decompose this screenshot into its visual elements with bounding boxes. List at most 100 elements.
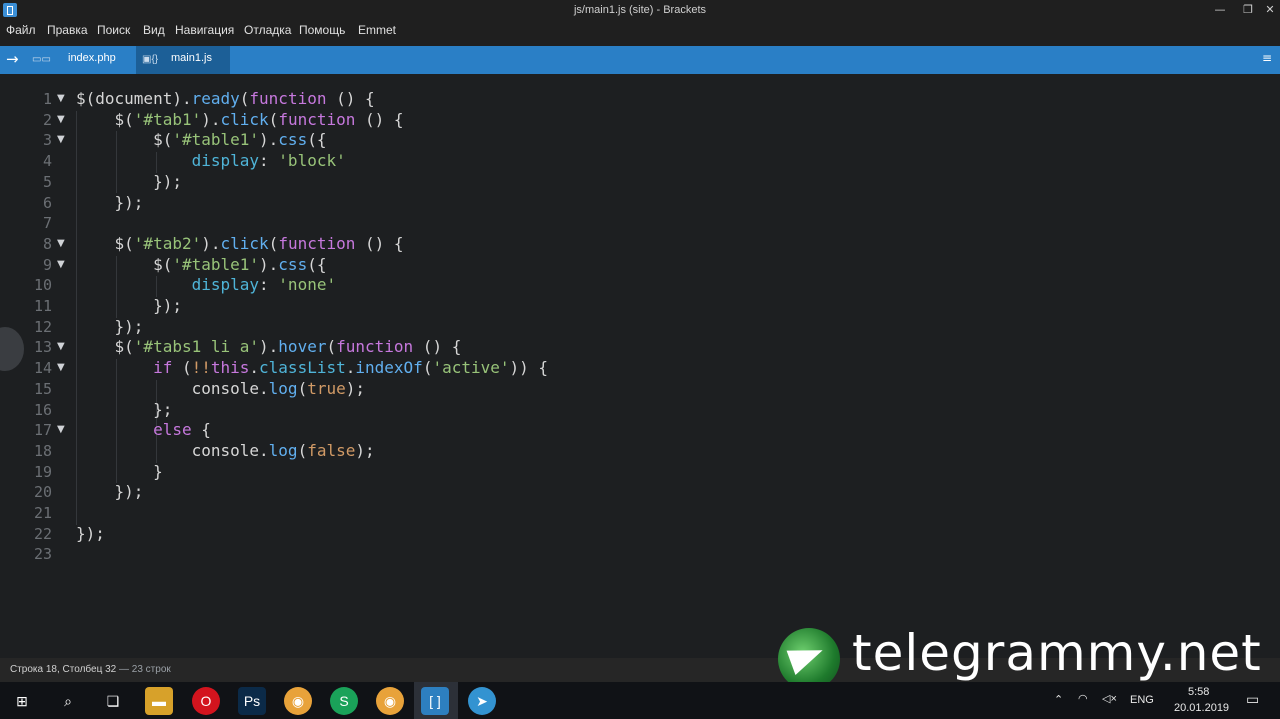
code-line[interactable]: display: 'none' — [76, 275, 337, 295]
close-button[interactable]: ✕ — [1255, 1, 1280, 19]
network-icon[interactable]: ◠ — [1078, 692, 1088, 705]
code-line[interactable]: console.log(true); — [76, 379, 365, 398]
menu-debug[interactable]: Отладка — [244, 23, 291, 37]
clock-date[interactable]: 20.01.2019 — [1174, 702, 1229, 714]
code-line[interactable]: }); — [76, 317, 144, 336]
menu-navigate[interactable]: Навигация — [175, 23, 234, 37]
tab-main1-js[interactable]: ▣{} main1.js — [136, 46, 230, 74]
fold-arrow-icon[interactable]: ▼ — [57, 93, 65, 104]
task-view-icon[interactable]: ❏ — [99, 687, 127, 715]
code-token: click — [220, 233, 269, 253]
search-icon[interactable]: ⌕ — [54, 687, 82, 715]
chevron-up-icon[interactable]: ⌃ — [1054, 693, 1063, 706]
code-line[interactable]: }); — [76, 172, 182, 191]
minimize-button[interactable]: — — [1205, 1, 1235, 19]
menu-emmet[interactable]: Emmet — [358, 23, 396, 37]
code-line[interactable]: }); — [76, 192, 144, 212]
fold-arrow-icon[interactable]: ▼ — [57, 362, 65, 373]
telegram-icon[interactable]: ➤ — [468, 687, 496, 715]
chrome-icon[interactable]: ◉ — [284, 687, 312, 715]
code-line[interactable]: $('#table1').css({ — [76, 130, 326, 149]
system-tray: ⌃ ◠ ◁× ENG 5:58 20.01.2019 ▭ — [1040, 682, 1280, 719]
fold-arrow-icon[interactable]: ▼ — [57, 341, 65, 352]
tab-index-php[interactable]: ▭▭ index.php — [30, 46, 130, 74]
code-token: function — [278, 109, 356, 129]
code-token: }); — [76, 192, 144, 212]
code-token: . — [249, 358, 260, 378]
volume-icon[interactable]: ◁× — [1102, 692, 1117, 705]
menu-file[interactable]: Файл — [6, 23, 36, 37]
code-line[interactable]: } — [76, 462, 163, 481]
line-number: 1 — [42, 90, 52, 108]
menu-edit[interactable]: Правка — [47, 23, 88, 37]
code-token: 'none' — [278, 275, 337, 295]
code-token: } — [76, 461, 163, 481]
code-line[interactable]: $(document).ready(function () { — [76, 89, 375, 108]
hamburger-icon[interactable]: ≡ — [1262, 51, 1272, 65]
code-token: }); — [76, 171, 182, 191]
code-token: ( — [172, 358, 192, 378]
clock-time[interactable]: 5:58 — [1188, 686, 1209, 698]
menu-help[interactable]: Помощь — [299, 23, 345, 37]
code-line[interactable]: console.log(false); — [76, 441, 375, 460]
code-line[interactable]: }); — [76, 482, 144, 501]
opera-icon[interactable]: O — [192, 687, 220, 715]
code-token: if — [153, 358, 173, 378]
code-line[interactable]: $('#tab1').click(function () { — [76, 110, 404, 129]
line-number: 2 — [42, 110, 52, 129]
code-token: css — [278, 130, 308, 150]
code-token: $( — [76, 233, 134, 253]
code-token: }; — [76, 399, 173, 419]
code-token: ). — [201, 233, 221, 253]
line-number: 13 — [33, 338, 52, 357]
skype-icon[interactable]: S — [330, 687, 358, 715]
fold-arrow-icon[interactable]: ▼ — [57, 259, 65, 270]
fold-arrow-icon[interactable]: ▼ — [57, 114, 65, 125]
code-token: this — [210, 358, 250, 378]
windows-start-icon[interactable]: ⊞ — [8, 687, 36, 715]
fold-arrow-icon[interactable]: ▼ — [57, 424, 65, 435]
code-token: 'block' — [278, 151, 346, 171]
menu-find[interactable]: Поиск — [97, 23, 130, 37]
cursor-position[interactable]: Строка 18, Столбец 32 — 23 строк — [10, 664, 171, 675]
code-token: () { — [355, 109, 404, 129]
code-editor[interactable]: 1 ▼ 2 ▼ 3 ▼ 4 5 6 7 8 ▼ 9 ▼ 10 11 12 13 ▼ 14 ▼ 15 16 17 ▼ 18 19 20 2… — [0, 74, 1280, 658]
line-number: 19 — [33, 462, 52, 481]
code-line[interactable]: }; — [76, 400, 172, 419]
code-token: ( — [297, 378, 308, 398]
code-token: !! — [191, 358, 211, 378]
language-indicator[interactable]: ENG — [1130, 694, 1154, 706]
code-line[interactable]: }); — [76, 524, 105, 543]
line-number: 10 — [33, 276, 52, 295]
photoshop-icon[interactable]: Ps — [238, 687, 266, 715]
fold-arrow-icon[interactable]: ▼ — [57, 134, 65, 145]
explorer-icon[interactable]: ▬ — [145, 687, 173, 715]
code-line[interactable]: }); — [76, 296, 182, 315]
code-line[interactable]: display: 'block' — [76, 151, 346, 170]
chrome-profile-icon[interactable]: ◉ — [376, 687, 404, 715]
code-token: ( — [239, 89, 250, 108]
code-line[interactable]: $('#table1').css({ — [76, 255, 326, 274]
code-token: console. — [76, 440, 269, 460]
notifications-icon[interactable]: ▭ — [1246, 691, 1259, 708]
code-line[interactable]: else { — [76, 420, 211, 439]
code-token: function — [336, 337, 414, 357]
code-line[interactable]: if (!!this.classList.indexOf('active')) … — [76, 358, 548, 377]
line-number: 17 — [33, 421, 52, 440]
code-token: $( — [76, 130, 173, 150]
code-line[interactable]: $('#tab2').click(function () { — [76, 234, 404, 253]
code-token: ). — [201, 109, 221, 129]
code-line[interactable]: $('#tabs1 li a').hover(function () { — [76, 337, 462, 357]
brackets-icon[interactable]: [ ] — [421, 687, 449, 715]
window-title: js/main1.js (site) - Brackets — [573, 4, 707, 16]
arrow-right-icon[interactable]: → — [6, 50, 19, 68]
code-token: '#table1' — [172, 254, 260, 274]
menu-view[interactable]: Вид — [143, 23, 165, 37]
code-token: ( — [422, 358, 433, 378]
code-token: click — [220, 109, 269, 129]
fold-arrow-icon[interactable]: ▼ — [57, 238, 65, 249]
line-count: — 23 строк — [119, 664, 171, 675]
code-token: ( — [326, 337, 337, 357]
